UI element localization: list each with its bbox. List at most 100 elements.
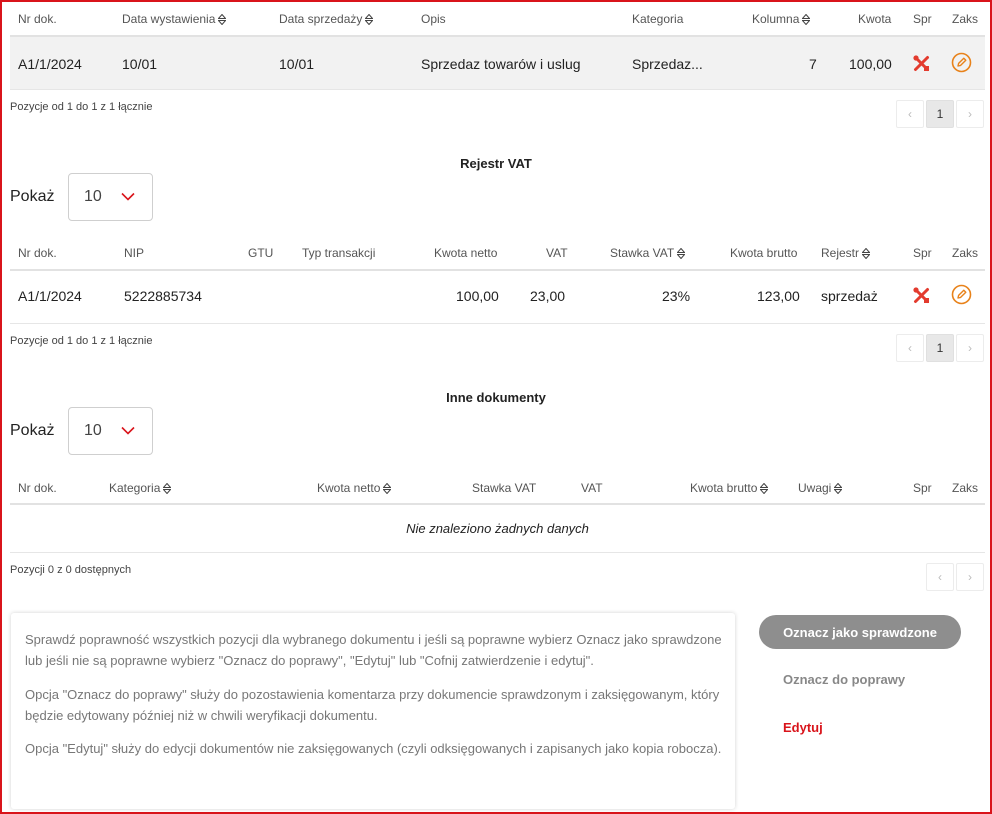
sort-icon xyxy=(760,483,769,495)
page-size-select[interactable]: 10 xyxy=(68,407,153,455)
chevron-left-icon: ‹ xyxy=(938,570,942,584)
row-divider xyxy=(10,89,985,90)
mark-for-correction-button[interactable]: Oznacz do poprawy xyxy=(783,672,905,687)
sort-icon xyxy=(677,248,686,260)
header-divider xyxy=(10,269,985,271)
prev-page-button[interactable]: ‹ xyxy=(896,100,924,128)
next-page-button[interactable]: › xyxy=(956,100,984,128)
col-header-label: Data wystawienia xyxy=(122,12,216,26)
cell-kategoria: Sprzedaz... xyxy=(632,56,703,72)
pagination: ‹ › xyxy=(924,563,984,591)
col-header-data-sprzedazy[interactable]: Data sprzedaży xyxy=(279,12,374,26)
col-header-opis[interactable]: Opis xyxy=(421,12,446,26)
col-header-spr: Spr xyxy=(913,246,932,260)
next-page-button[interactable]: › xyxy=(956,563,984,591)
edit-icon[interactable] xyxy=(951,284,972,305)
sort-icon xyxy=(163,483,172,495)
sort-icon xyxy=(802,14,811,26)
col-header-stawka-vat[interactable]: Stawka VAT xyxy=(610,246,686,260)
instruction-paragraph: Opcja "Edytuj" służy do edycji dokumentó… xyxy=(25,741,722,756)
col-header-nr[interactable]: Nr dok. xyxy=(18,246,57,260)
col-header-label: Data sprzedaży xyxy=(279,12,363,26)
col-header-typ[interactable]: Typ transakcji xyxy=(302,246,375,260)
col-header-zaks: Zaks xyxy=(952,246,979,260)
col-header-nr[interactable]: Nr dok. xyxy=(18,12,57,26)
col-header-nip[interactable]: NIP xyxy=(124,246,144,260)
col-header-label: Kategoria xyxy=(109,481,161,495)
col-header-uwagi[interactable]: Uwagi xyxy=(798,481,843,495)
col-header-spr: Spr xyxy=(913,12,932,26)
col-header-vat[interactable]: VAT xyxy=(546,246,568,260)
cell-nr: A1/1/2024 xyxy=(18,56,82,72)
col-header-stawka-vat[interactable]: Stawka VAT xyxy=(472,481,536,495)
tools-icon[interactable] xyxy=(913,55,930,72)
col-header-label: Kolumna xyxy=(752,12,800,26)
pagination-info: Pozycje od 1 do 1 z 1 łącznie xyxy=(10,335,153,347)
sort-icon xyxy=(862,248,871,260)
pagination: ‹ 1 › xyxy=(894,100,984,128)
page-button[interactable]: 1 xyxy=(926,100,954,128)
cell-stawka-vat: 23% xyxy=(662,288,691,304)
col-header-kolumna[interactable]: Kolumna xyxy=(752,12,811,26)
header-divider xyxy=(10,503,985,505)
cell-kwota-brutto: 123,00 xyxy=(757,288,800,304)
pagination: ‹ 1 › xyxy=(894,334,984,362)
sort-icon xyxy=(383,483,392,495)
pagination-info: Pozycje od 1 do 1 z 1 łącznie xyxy=(10,101,153,113)
row-divider xyxy=(10,552,985,553)
sort-icon xyxy=(365,14,374,26)
col-header-kwota-brutto[interactable]: Kwota brutto xyxy=(730,246,797,260)
chevron-right-icon: › xyxy=(968,107,972,121)
col-header-zaks: Zaks xyxy=(952,481,979,495)
edit-button[interactable]: Edytuj xyxy=(783,720,823,735)
cell-kolumna: 7 xyxy=(809,56,817,72)
empty-table-message: Nie znaleziono żadnych danych xyxy=(406,521,589,536)
col-header-label: Kwota brutto xyxy=(690,481,758,495)
instructions-box: Sprawdź poprawność wszystkich pozycji dl… xyxy=(11,613,735,809)
col-header-data-wystawienia[interactable]: Data wystawienia xyxy=(122,12,227,26)
cell-rejestr: sprzedaż xyxy=(821,288,878,304)
col-header-vat[interactable]: VAT xyxy=(581,481,603,495)
edit-icon[interactable] xyxy=(951,52,972,73)
cell-nip: 5222885734 xyxy=(124,288,202,304)
col-header-rejestr[interactable]: Rejestr xyxy=(821,246,871,260)
tools-icon[interactable] xyxy=(913,287,930,304)
col-header-kategoria[interactable]: Kategoria xyxy=(109,481,172,495)
chevron-down-icon xyxy=(121,192,135,201)
chevron-left-icon: ‹ xyxy=(908,107,912,121)
col-header-zaks: Zaks xyxy=(952,12,979,26)
prev-page-button[interactable]: ‹ xyxy=(926,563,954,591)
instruction-paragraph: Opcja "Oznacz do poprawy" służy do pozos… xyxy=(25,687,720,723)
prev-page-button[interactable]: ‹ xyxy=(896,334,924,362)
mark-checked-button[interactable]: Oznacz jako sprawdzone xyxy=(759,615,961,649)
section-title: Rejestr VAT xyxy=(460,156,532,171)
col-header-label: Stawka VAT xyxy=(610,246,675,260)
next-page-button[interactable]: › xyxy=(956,334,984,362)
page-size-select[interactable]: 10 xyxy=(68,173,153,221)
col-header-kwota-netto[interactable]: Kwota netto xyxy=(317,481,392,495)
instruction-paragraph: Sprawdź poprawność wszystkich pozycji dl… xyxy=(25,632,722,668)
chevron-left-icon: ‹ xyxy=(908,341,912,355)
cell-kwota-netto: 100,00 xyxy=(456,288,499,304)
col-header-kwota[interactable]: Kwota xyxy=(858,12,891,26)
col-header-label: Rejestr xyxy=(821,246,860,260)
col-header-kategoria[interactable]: Kategoria xyxy=(632,12,683,26)
col-header-kwota-brutto[interactable]: Kwota brutto xyxy=(690,481,769,495)
cell-nr: A1/1/2024 xyxy=(18,288,82,304)
cell-opis: Sprzedaz towarów i uslug xyxy=(421,56,581,72)
page-size-value: 10 xyxy=(84,422,102,439)
pagination-info: Pozycji 0 z 0 dostępnych xyxy=(10,564,132,576)
page-size-label: Pokaż xyxy=(10,188,55,205)
cell-vat: 23,00 xyxy=(530,288,566,304)
cell-data-sprzedazy: 10/01 xyxy=(279,56,315,72)
col-header-label: Kwota netto xyxy=(317,481,381,495)
page-size-value: 10 xyxy=(84,188,102,205)
col-header-gtu[interactable]: GTU xyxy=(248,246,273,260)
section-title: Inne dokumenty xyxy=(446,390,546,405)
col-header-nr[interactable]: Nr dok. xyxy=(18,481,57,495)
cell-data-wystawienia: 10/01 xyxy=(122,56,158,72)
page-size-label: Pokaż xyxy=(10,422,55,439)
col-header-spr: Spr xyxy=(913,481,932,495)
col-header-kwota-netto[interactable]: Kwota netto xyxy=(434,246,497,260)
page-button[interactable]: 1 xyxy=(926,334,954,362)
